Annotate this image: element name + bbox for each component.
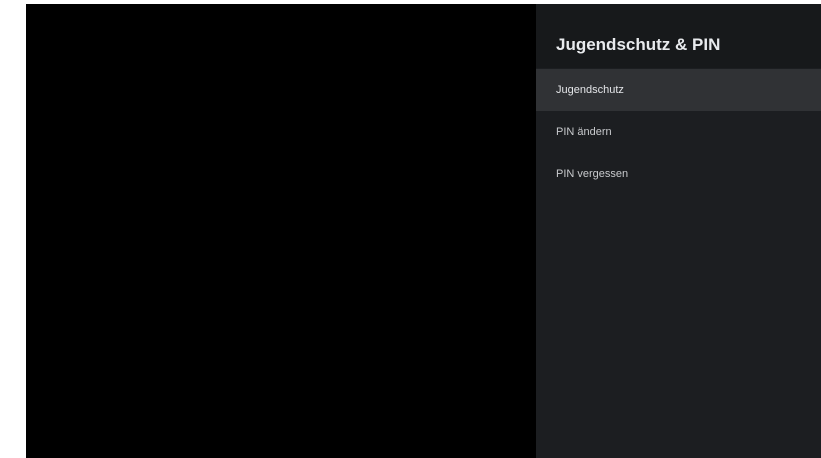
menu-item-label: PIN ändern bbox=[556, 126, 612, 138]
menu-item-label: PIN vergessen bbox=[556, 168, 629, 180]
menu-item-label: Jugendschutz bbox=[556, 84, 624, 96]
background-content-area bbox=[26, 4, 536, 458]
menu-item-pin-aendern[interactable]: PIN ändern bbox=[536, 111, 821, 153]
tv-screen: Jugendschutz & PIN Jugendschutz PIN ände… bbox=[26, 4, 821, 458]
settings-side-panel: Jugendschutz & PIN Jugendschutz PIN ände… bbox=[536, 4, 821, 458]
settings-menu: Jugendschutz PIN ändern PIN vergessen bbox=[536, 69, 821, 195]
panel-header: Jugendschutz & PIN bbox=[536, 4, 821, 68]
menu-item-jugendschutz[interactable]: Jugendschutz bbox=[536, 69, 821, 111]
panel-title: Jugendschutz & PIN bbox=[556, 35, 721, 54]
menu-item-pin-vergessen[interactable]: PIN vergessen bbox=[536, 153, 821, 195]
